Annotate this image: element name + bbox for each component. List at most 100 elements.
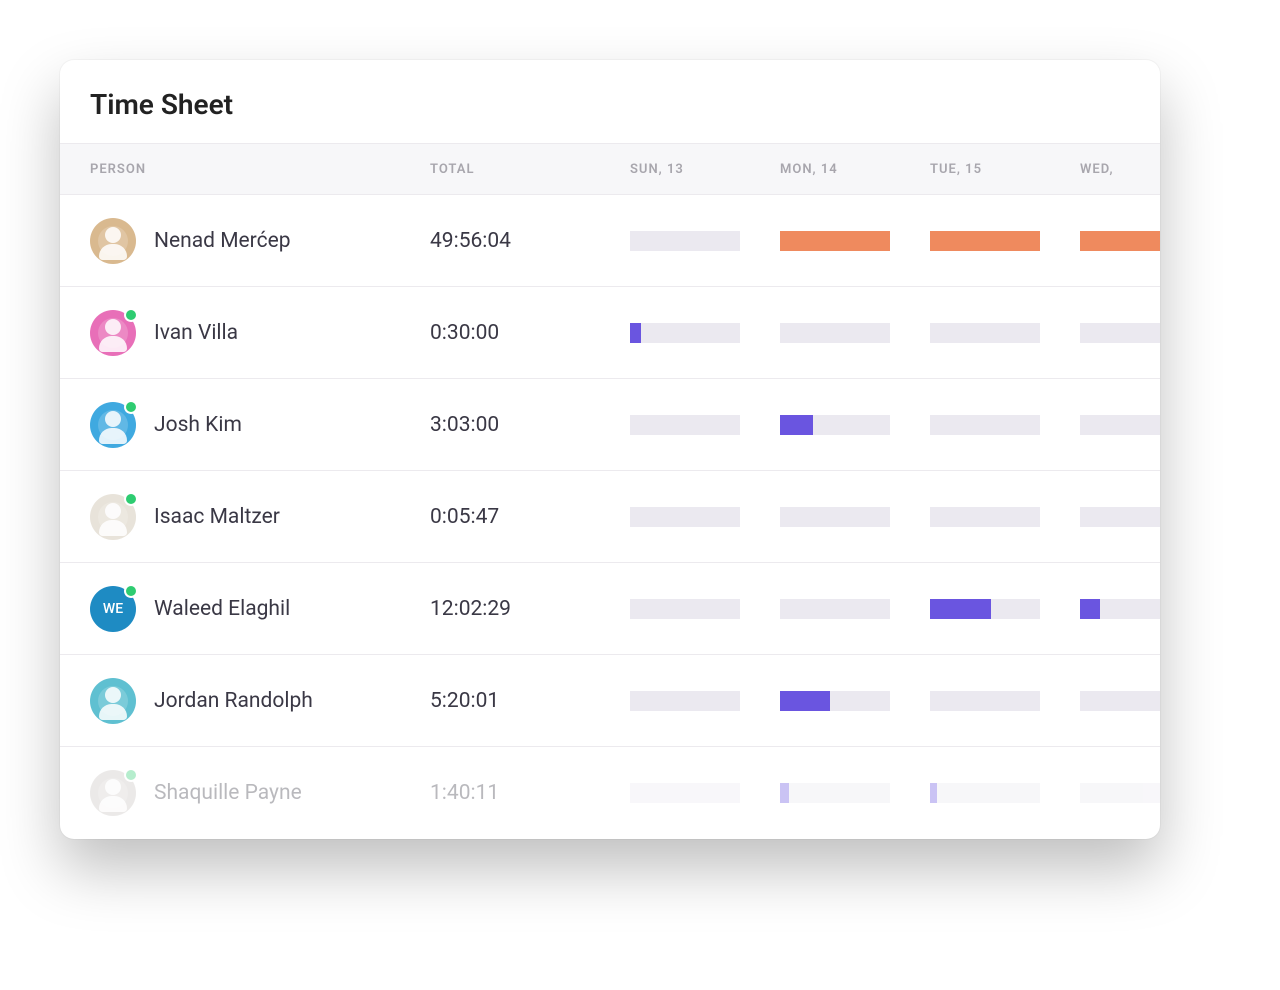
time-bar-fill xyxy=(930,599,991,619)
table-row[interactable]: Isaac Maltzer0:05:47 xyxy=(60,471,1160,563)
time-bar xyxy=(780,415,890,435)
day-cell[interactable] xyxy=(630,599,780,619)
time-bar xyxy=(780,507,890,527)
day-cell[interactable] xyxy=(780,323,930,343)
time-bar xyxy=(1080,507,1160,527)
day-cell[interactable] xyxy=(1080,599,1160,619)
time-bar xyxy=(1080,599,1160,619)
time-bar xyxy=(630,783,740,803)
avatar[interactable] xyxy=(90,770,136,816)
day-cell[interactable] xyxy=(630,783,780,803)
time-bar xyxy=(630,691,740,711)
person-name: Jordan Randolph xyxy=(154,689,313,713)
day-cell[interactable] xyxy=(930,231,1080,251)
time-bar-fill xyxy=(1080,599,1100,619)
day-cell[interactable] xyxy=(780,415,930,435)
time-bar xyxy=(930,323,1040,343)
day-cell[interactable] xyxy=(630,507,780,527)
person-name: Shaquille Payne xyxy=(154,781,302,805)
status-online-icon xyxy=(124,400,138,414)
time-bar xyxy=(630,231,740,251)
day-cell[interactable] xyxy=(930,783,1080,803)
day-cell[interactable] xyxy=(930,415,1080,435)
day-cell[interactable] xyxy=(780,599,930,619)
day-cell[interactable] xyxy=(1080,691,1160,711)
person-cell[interactable]: WE Waleed Elaghil xyxy=(90,586,430,632)
header-day-3: WED, xyxy=(1080,162,1160,177)
time-bar-fill xyxy=(930,231,1040,251)
avatar[interactable] xyxy=(90,494,136,540)
table-row[interactable]: Ivan Villa0:30:00 xyxy=(60,287,1160,379)
header-day-2: TUE, 15 xyxy=(930,162,1080,177)
day-cell[interactable] xyxy=(630,231,780,251)
table-row[interactable]: Jordan Randolph 5:20:01 xyxy=(60,655,1160,747)
time-bar xyxy=(930,599,1040,619)
status-online-icon xyxy=(124,492,138,506)
avatar[interactable] xyxy=(90,402,136,448)
person-cell[interactable]: Ivan Villa xyxy=(90,310,430,356)
day-cell[interactable] xyxy=(630,323,780,343)
time-bar xyxy=(630,599,740,619)
avatar-image xyxy=(90,218,136,264)
day-cell[interactable] xyxy=(780,231,930,251)
person-name: Waleed Elaghil xyxy=(154,597,290,621)
total-cell: 3:03:00 xyxy=(430,413,630,437)
time-bar xyxy=(780,231,890,251)
table-body: Nenad Merćep49:56:04Ivan Villa0:30:00Jos… xyxy=(60,195,1160,839)
time-bar-fill xyxy=(780,415,813,435)
day-cell[interactable] xyxy=(930,323,1080,343)
day-cell[interactable] xyxy=(1080,783,1160,803)
time-bar xyxy=(930,415,1040,435)
person-name: Nenad Merćep xyxy=(154,229,291,253)
person-name: Ivan Villa xyxy=(154,321,238,345)
time-bar xyxy=(930,691,1040,711)
time-bar-fill xyxy=(1080,231,1160,251)
day-cell[interactable] xyxy=(1080,507,1160,527)
table-row[interactable]: Nenad Merćep49:56:04 xyxy=(60,195,1160,287)
day-cell[interactable] xyxy=(930,599,1080,619)
day-cell[interactable] xyxy=(780,691,930,711)
time-bar xyxy=(1080,691,1160,711)
time-bar-fill xyxy=(780,231,890,251)
day-cell[interactable] xyxy=(630,691,780,711)
time-bar xyxy=(630,507,740,527)
avatar[interactable]: WE xyxy=(90,586,136,632)
time-bar xyxy=(630,415,740,435)
day-cell[interactable] xyxy=(630,415,780,435)
avatar[interactable] xyxy=(90,678,136,724)
day-cell[interactable] xyxy=(930,691,1080,711)
day-cell[interactable] xyxy=(780,507,930,527)
avatar[interactable] xyxy=(90,218,136,264)
time-bar xyxy=(780,783,890,803)
avatar[interactable] xyxy=(90,310,136,356)
status-online-icon xyxy=(124,768,138,782)
day-cell[interactable] xyxy=(1080,415,1160,435)
time-bar xyxy=(780,323,890,343)
time-bar xyxy=(930,507,1040,527)
total-cell: 5:20:01 xyxy=(430,689,630,713)
time-bar xyxy=(780,599,890,619)
table-row[interactable]: Josh Kim 3:03:00 xyxy=(60,379,1160,471)
day-cell[interactable] xyxy=(930,507,1080,527)
avatar-image xyxy=(90,678,136,724)
status-online-icon xyxy=(124,584,138,598)
header-day-1: MON, 14 xyxy=(780,162,930,177)
time-bar xyxy=(1080,415,1160,435)
day-cell[interactable] xyxy=(1080,323,1160,343)
person-cell[interactable]: Josh Kim xyxy=(90,402,430,448)
person-name: Josh Kim xyxy=(154,413,242,437)
time-bar-fill xyxy=(780,783,789,803)
person-cell[interactable]: Nenad Merćep xyxy=(90,218,430,264)
total-cell: 0:05:47 xyxy=(430,505,630,529)
person-cell[interactable]: Isaac Maltzer xyxy=(90,494,430,540)
card-title: Time Sheet xyxy=(60,60,1160,143)
person-cell[interactable]: Shaquille Payne xyxy=(90,770,430,816)
table-row[interactable]: WEWaleed Elaghil12:02:29 xyxy=(60,563,1160,655)
table-header-row: PERSON TOTAL SUN, 13 MON, 14 TUE, 15 WED… xyxy=(60,143,1160,195)
person-cell[interactable]: Jordan Randolph xyxy=(90,678,430,724)
time-bar-fill xyxy=(630,323,641,343)
day-cell[interactable] xyxy=(780,783,930,803)
time-bar xyxy=(1080,231,1160,251)
day-cell[interactable] xyxy=(1080,231,1160,251)
table-row[interactable]: Shaquille Payne1:40:11 xyxy=(60,747,1160,839)
